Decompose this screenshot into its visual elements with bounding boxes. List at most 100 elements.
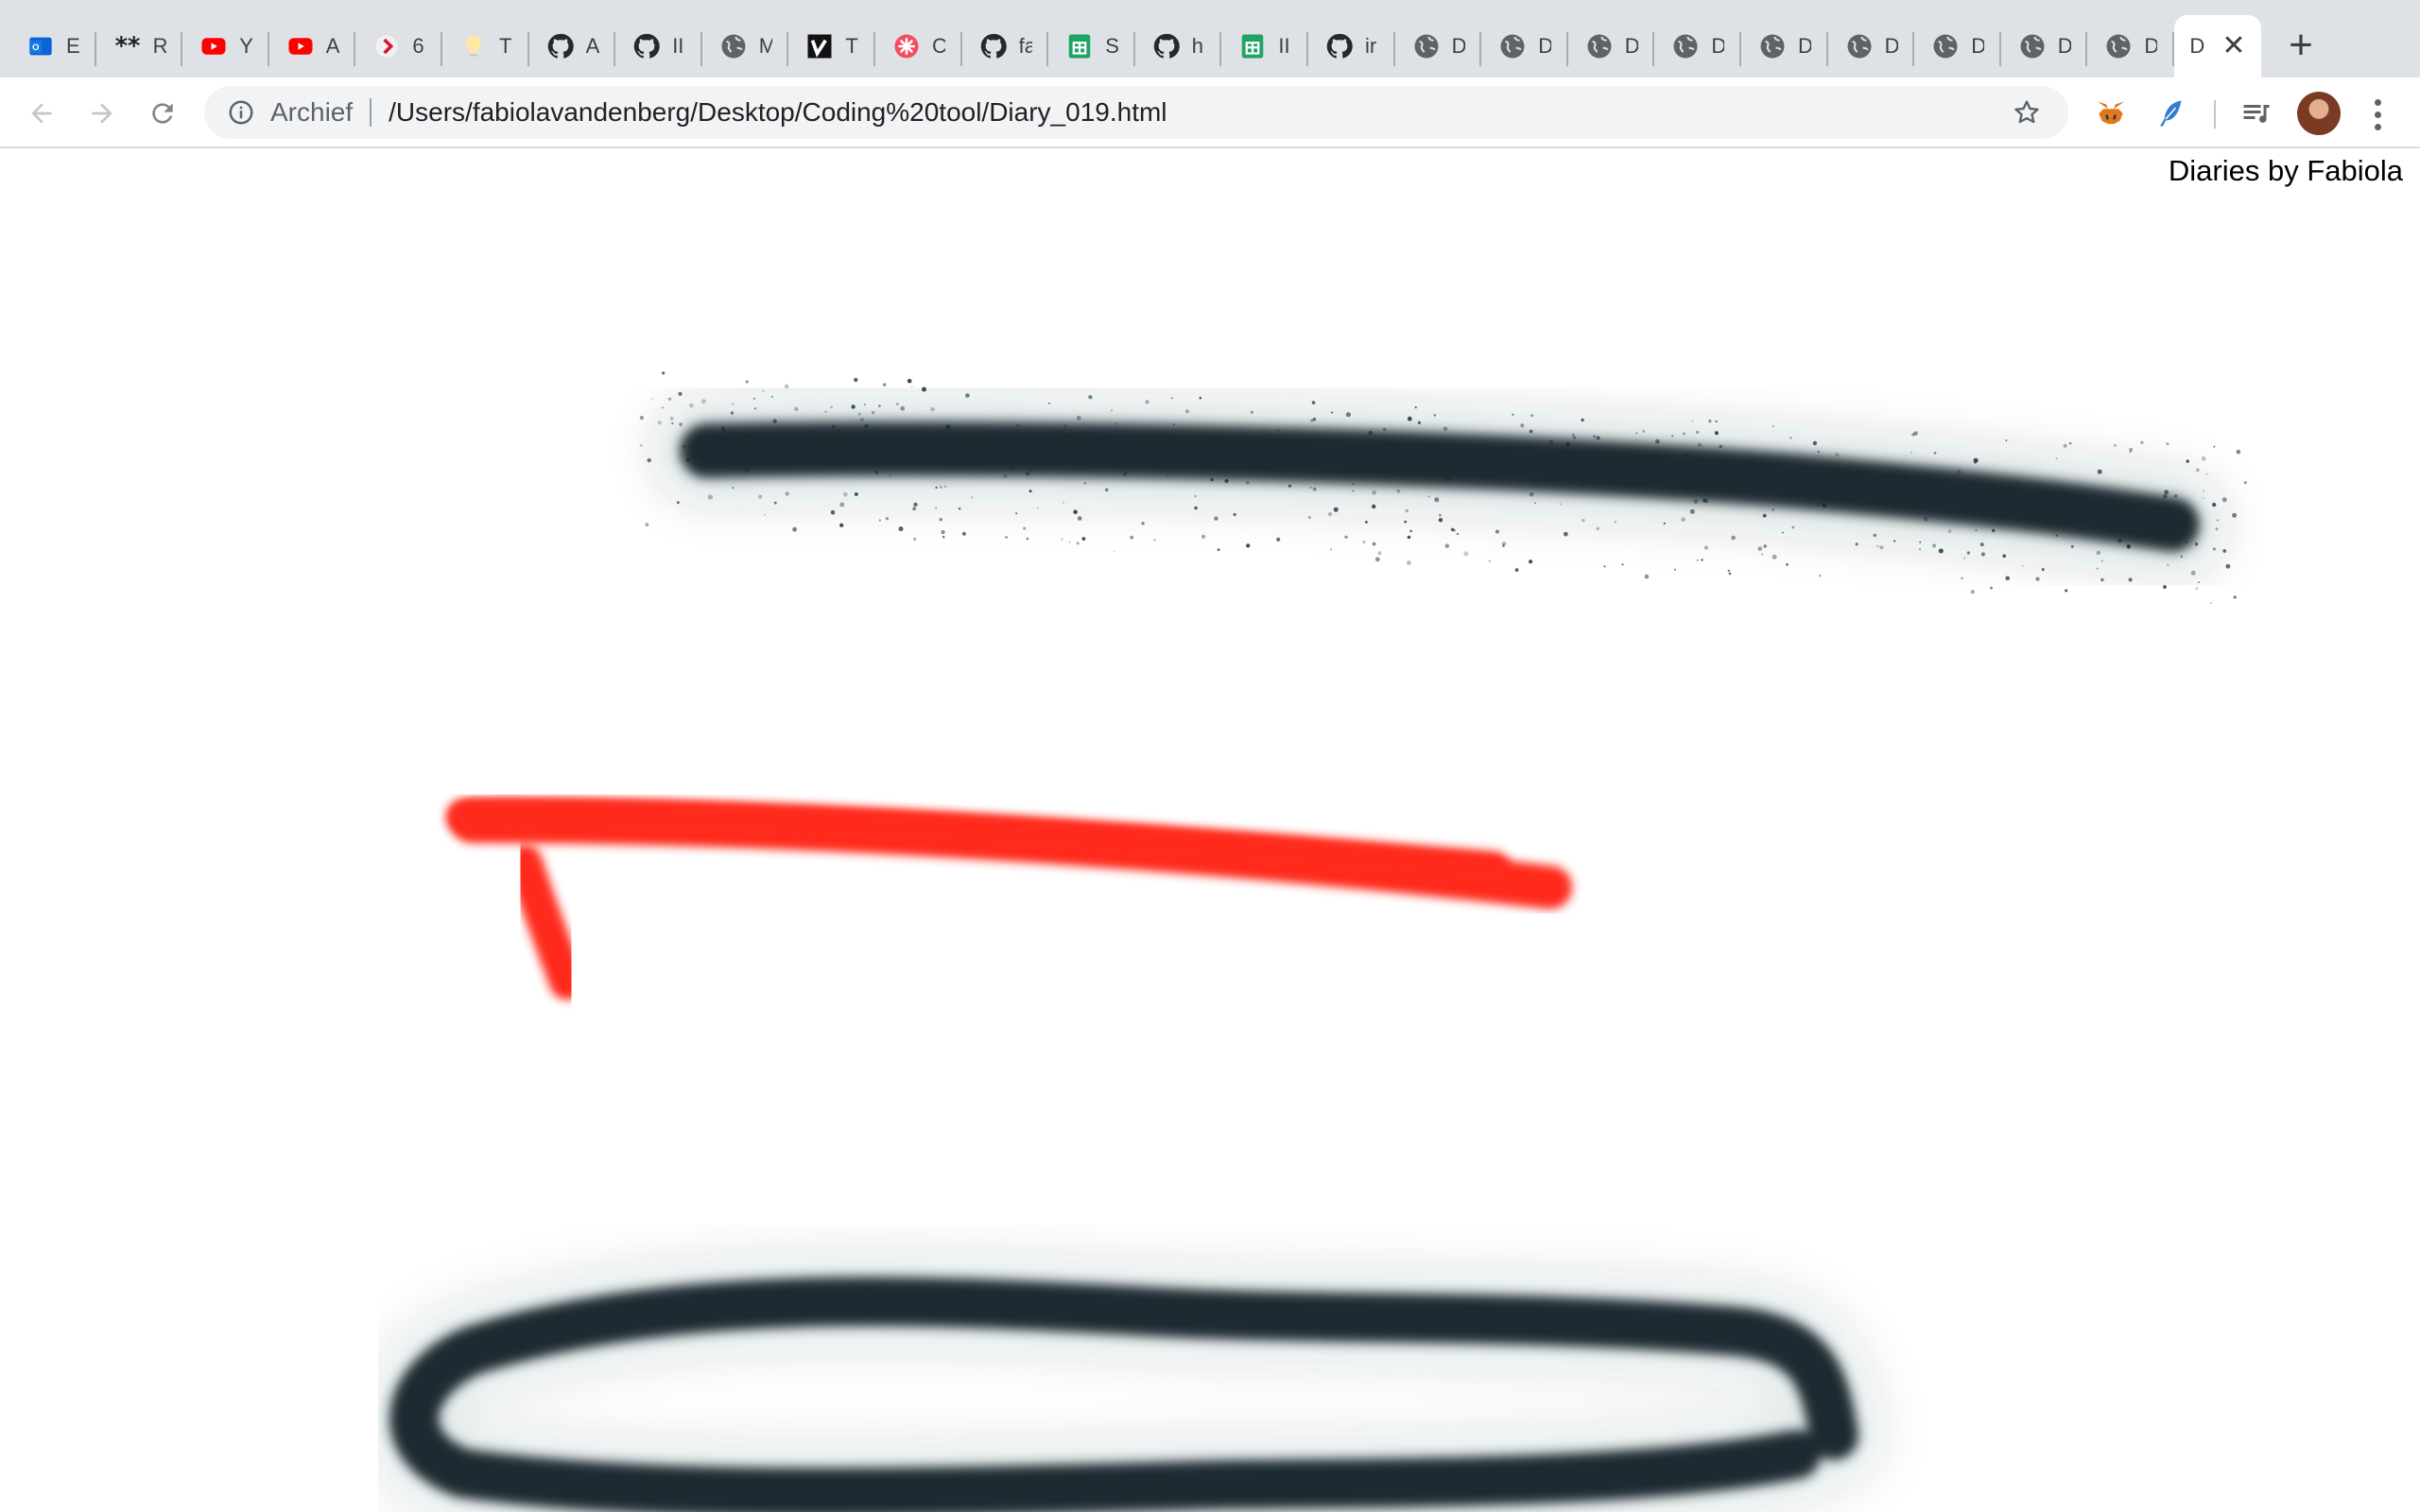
tab-title: M (758, 34, 772, 58)
spray-stroke-red-image (446, 799, 1572, 1000)
browser-tab[interactable]: A (529, 15, 616, 77)
arrow-left-icon (31, 103, 52, 124)
metamask-fox-icon[interactable] (2089, 92, 2133, 135)
browser-tab[interactable]: OE (9, 15, 96, 77)
tab-title: 6 (412, 34, 424, 58)
youtube-icon (199, 32, 228, 60)
browser-tab[interactable]: D (1568, 15, 1655, 77)
tab-title: E (66, 34, 79, 58)
browser-toolbar: Archief /Users/fabiolavandenberg/Desktop… (0, 77, 2420, 148)
tab-title: A (585, 34, 599, 58)
browser-tab[interactable]: Y (182, 15, 269, 77)
profile-avatar[interactable] (2297, 92, 2341, 135)
address-bar[interactable]: Archief /Users/fabiolavandenberg/Desktop… (204, 86, 2068, 139)
tab-title: D (1624, 34, 1638, 58)
sheets-icon (1065, 32, 1094, 60)
globe-icon (1412, 32, 1441, 60)
sheets-icon (1238, 32, 1267, 60)
vimeo-icon (805, 32, 834, 60)
browser-tab[interactable]: S (1048, 15, 1135, 77)
globe-icon (1585, 32, 1614, 60)
outlook-icon: O (26, 32, 55, 60)
github-icon (1325, 32, 1354, 60)
browser-tab[interactable]: D (1828, 15, 1915, 77)
browser-tab[interactable]: C (875, 15, 962, 77)
tab-title: T (845, 34, 858, 58)
globe-icon (719, 32, 748, 60)
close-tab-icon[interactable]: ✕ (2221, 32, 2245, 60)
browser-tab[interactable]: D (2001, 15, 2088, 77)
globe-icon (2104, 32, 2133, 60)
browser-tab[interactable]: ir (1308, 15, 1395, 77)
github-icon (546, 32, 575, 60)
browser-tab[interactable]: h (1135, 15, 1222, 77)
browser-tab[interactable]: D (2087, 15, 2174, 77)
reload-button[interactable] (142, 93, 183, 134)
browser-tab[interactable]: D (1481, 15, 1568, 77)
tab-title: D (2057, 34, 2071, 58)
tab-title: D (2144, 34, 2158, 58)
browser-tab[interactable]: D (1395, 15, 1482, 77)
tab-title: R (152, 34, 166, 58)
github-icon (632, 32, 661, 60)
github-icon (979, 32, 1008, 60)
new-tab-button[interactable]: + (2276, 21, 2325, 70)
tab-title: D (1798, 34, 1811, 58)
site-title: Diaries by Fabiola (2168, 154, 2403, 187)
globe-icon (1845, 32, 1874, 60)
flower-icon (892, 32, 921, 60)
browser-tab[interactable]: M (702, 15, 789, 77)
browser-tab[interactable]: fa (962, 15, 1049, 77)
globe-icon (1671, 32, 1700, 60)
svg-text:O: O (32, 43, 39, 52)
back-button[interactable] (21, 93, 62, 134)
browser-tab[interactable]: D (1654, 15, 1741, 77)
bookmark-star-icon[interactable] (2010, 95, 2044, 129)
github-icon (1152, 32, 1181, 60)
browser-tab[interactable]: T (442, 15, 529, 77)
menu-icon[interactable] (2363, 94, 2392, 134)
tab-title: h (1191, 34, 1204, 58)
asterisk-icon: ** (113, 32, 142, 60)
toolbar-divider (2214, 100, 2216, 129)
url-text[interactable]: /Users/fabiolavandenberg/Desktop/Coding%… (389, 97, 1167, 128)
browser-tab[interactable]: 6 (355, 15, 442, 77)
tab-title: D (2189, 34, 2205, 58)
archive-chip: Archief (270, 97, 354, 127)
tab-title: C (932, 34, 945, 58)
browser-tab[interactable]: II (1221, 15, 1308, 77)
arrow-right-icon (92, 103, 112, 124)
tab-title: D (1971, 34, 1985, 58)
tab-title: S (1105, 34, 1119, 58)
browser-tab[interactable]: D (1741, 15, 1828, 77)
tab-title: D (1884, 34, 1898, 58)
reload-icon (152, 103, 173, 124)
active-tab[interactable]: D ✕ (2174, 15, 2261, 77)
browser-tab[interactable]: A (269, 15, 356, 77)
globe-icon (2018, 32, 2047, 60)
media-queue-icon[interactable] (2235, 92, 2278, 135)
tab-title: D (1451, 34, 1465, 58)
tab-strip: O E ** R Y A 6 T A II M T Cfa Sh II ir D D D D D D D D D D ✕ + (0, 0, 2420, 77)
feather-extension-icon[interactable] (2150, 92, 2193, 135)
info-icon[interactable] (225, 96, 257, 129)
globe-icon (1498, 32, 1527, 60)
tab-title: A (325, 34, 339, 58)
browser-tab[interactable]: ** R (96, 15, 183, 77)
browser-tab[interactable]: T (788, 15, 875, 77)
spray-stroke-dark-image (639, 371, 2247, 604)
tab-title: II (672, 34, 684, 58)
chevron-brand-icon (372, 32, 401, 60)
tab-title: D (1711, 34, 1725, 58)
chip-divider (370, 98, 372, 127)
lightbulb-icon (459, 32, 488, 60)
browser-tab[interactable]: II (615, 15, 702, 77)
tab-title: ir (1365, 34, 1377, 58)
svg-text:**: ** (114, 33, 140, 60)
tab-title: Y (239, 34, 253, 58)
youtube-icon (286, 32, 315, 60)
tab-title: D (1538, 34, 1552, 58)
tab-title: T (499, 34, 512, 58)
browser-tab[interactable]: D (1914, 15, 2001, 77)
forward-button[interactable] (81, 93, 123, 134)
